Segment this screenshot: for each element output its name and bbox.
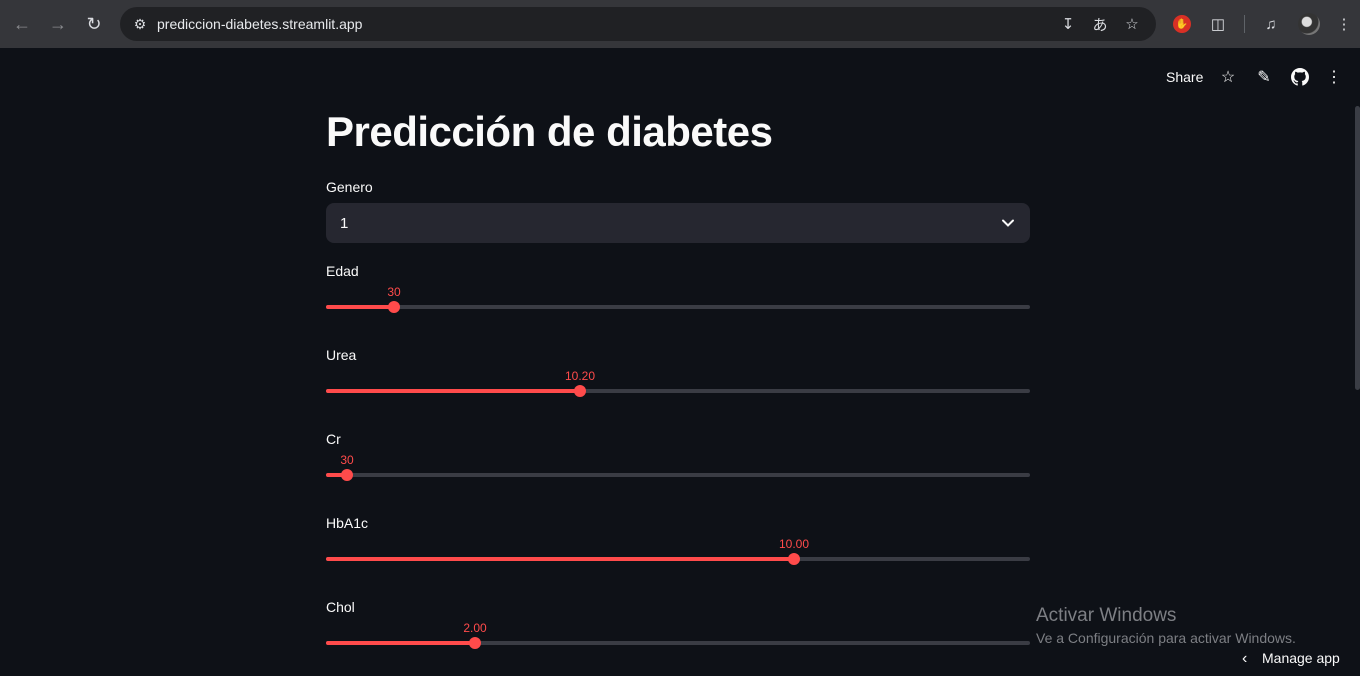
back-icon[interactable]: ← bbox=[10, 12, 34, 36]
slider-track[interactable] bbox=[326, 473, 1030, 477]
slider-thumb[interactable] bbox=[574, 385, 586, 397]
manage-app-button[interactable]: ‹ Manage app bbox=[1242, 650, 1340, 668]
translate-icon[interactable]: あ bbox=[1090, 14, 1110, 34]
chol-slider[interactable]: 2.00 bbox=[326, 621, 1030, 664]
media-controls-icon[interactable]: ♫ bbox=[1260, 13, 1282, 35]
slider-value: 2.00 bbox=[463, 621, 487, 635]
github-icon[interactable] bbox=[1290, 67, 1310, 87]
chevron-down-icon[interactable] bbox=[998, 213, 1018, 233]
slider-fill bbox=[326, 389, 580, 393]
windows-activation-subtitle: Ve a Configuración para activar Windows. bbox=[1036, 630, 1296, 646]
slider-fill bbox=[326, 305, 394, 309]
slider-thumb[interactable] bbox=[469, 637, 481, 649]
hba1c-label: HbA1c bbox=[326, 515, 369, 531]
urea-slider[interactable]: 10.20 bbox=[326, 369, 1030, 412]
genero-select[interactable]: 1 bbox=[326, 203, 1030, 243]
site-settings-icon[interactable]: ⚙ bbox=[130, 14, 150, 34]
cr-slider[interactable]: 30 bbox=[326, 453, 1030, 496]
extension-adblock-icon[interactable]: ✋ bbox=[1173, 15, 1191, 33]
share-button[interactable]: Share bbox=[1166, 69, 1203, 85]
slider-thumb[interactable] bbox=[341, 469, 353, 481]
chol-label: Chol bbox=[326, 599, 355, 615]
genero-label: Genero bbox=[326, 179, 373, 195]
slider-value: 30 bbox=[340, 453, 354, 467]
slider-track[interactable] bbox=[326, 305, 1030, 309]
profile-avatar[interactable] bbox=[1298, 13, 1320, 35]
install-app-icon[interactable]: ↧ bbox=[1058, 14, 1078, 34]
slider-fill bbox=[326, 641, 475, 645]
windows-activation-title: Activar Windows bbox=[1036, 605, 1177, 626]
address-bar[interactable]: ⚙ prediccion-diabetes.streamlit.app ↧ あ … bbox=[120, 7, 1156, 41]
slider-fill bbox=[326, 557, 794, 561]
edit-pencil-icon[interactable]: ✎ bbox=[1254, 67, 1274, 87]
page-title: Predicción de diabetes bbox=[326, 108, 773, 155]
slider-thumb[interactable] bbox=[388, 301, 400, 313]
forward-icon[interactable]: → bbox=[46, 12, 70, 36]
edad-label: Edad bbox=[326, 263, 359, 279]
urea-label: Urea bbox=[326, 347, 357, 363]
reload-icon[interactable]: ↻ bbox=[82, 12, 106, 36]
toolbar-divider bbox=[1244, 15, 1245, 33]
edad-slider[interactable]: 30 bbox=[326, 285, 1030, 328]
kebab-menu-icon[interactable]: ⋮ bbox=[1324, 67, 1344, 87]
extensions-puzzle-icon[interactable]: ◫ bbox=[1207, 13, 1229, 35]
star-icon[interactable]: ☆ bbox=[1218, 67, 1238, 87]
hba1c-slider[interactable]: 10.00 bbox=[326, 537, 1030, 580]
slider-thumb[interactable] bbox=[788, 553, 800, 565]
browser-toolbar: ← → ↻ ⚙ prediccion-diabetes.streamlit.ap… bbox=[0, 0, 1360, 48]
cr-label: Cr bbox=[326, 431, 341, 447]
page-scrollbar[interactable] bbox=[1355, 106, 1360, 390]
chevron-left-icon: ‹ bbox=[1242, 650, 1248, 667]
slider-value: 10.20 bbox=[564, 369, 596, 383]
browser-menu-icon[interactable]: ⋮ bbox=[1333, 13, 1355, 35]
url-text[interactable]: prediccion-diabetes.streamlit.app bbox=[157, 16, 362, 32]
bookmark-star-icon[interactable]: ☆ bbox=[1122, 14, 1142, 34]
manage-app-label: Manage app bbox=[1262, 650, 1340, 666]
genero-selected-value: 1 bbox=[340, 215, 349, 232]
slider-value: 10.00 bbox=[778, 537, 810, 551]
slider-value: 30 bbox=[387, 285, 401, 299]
